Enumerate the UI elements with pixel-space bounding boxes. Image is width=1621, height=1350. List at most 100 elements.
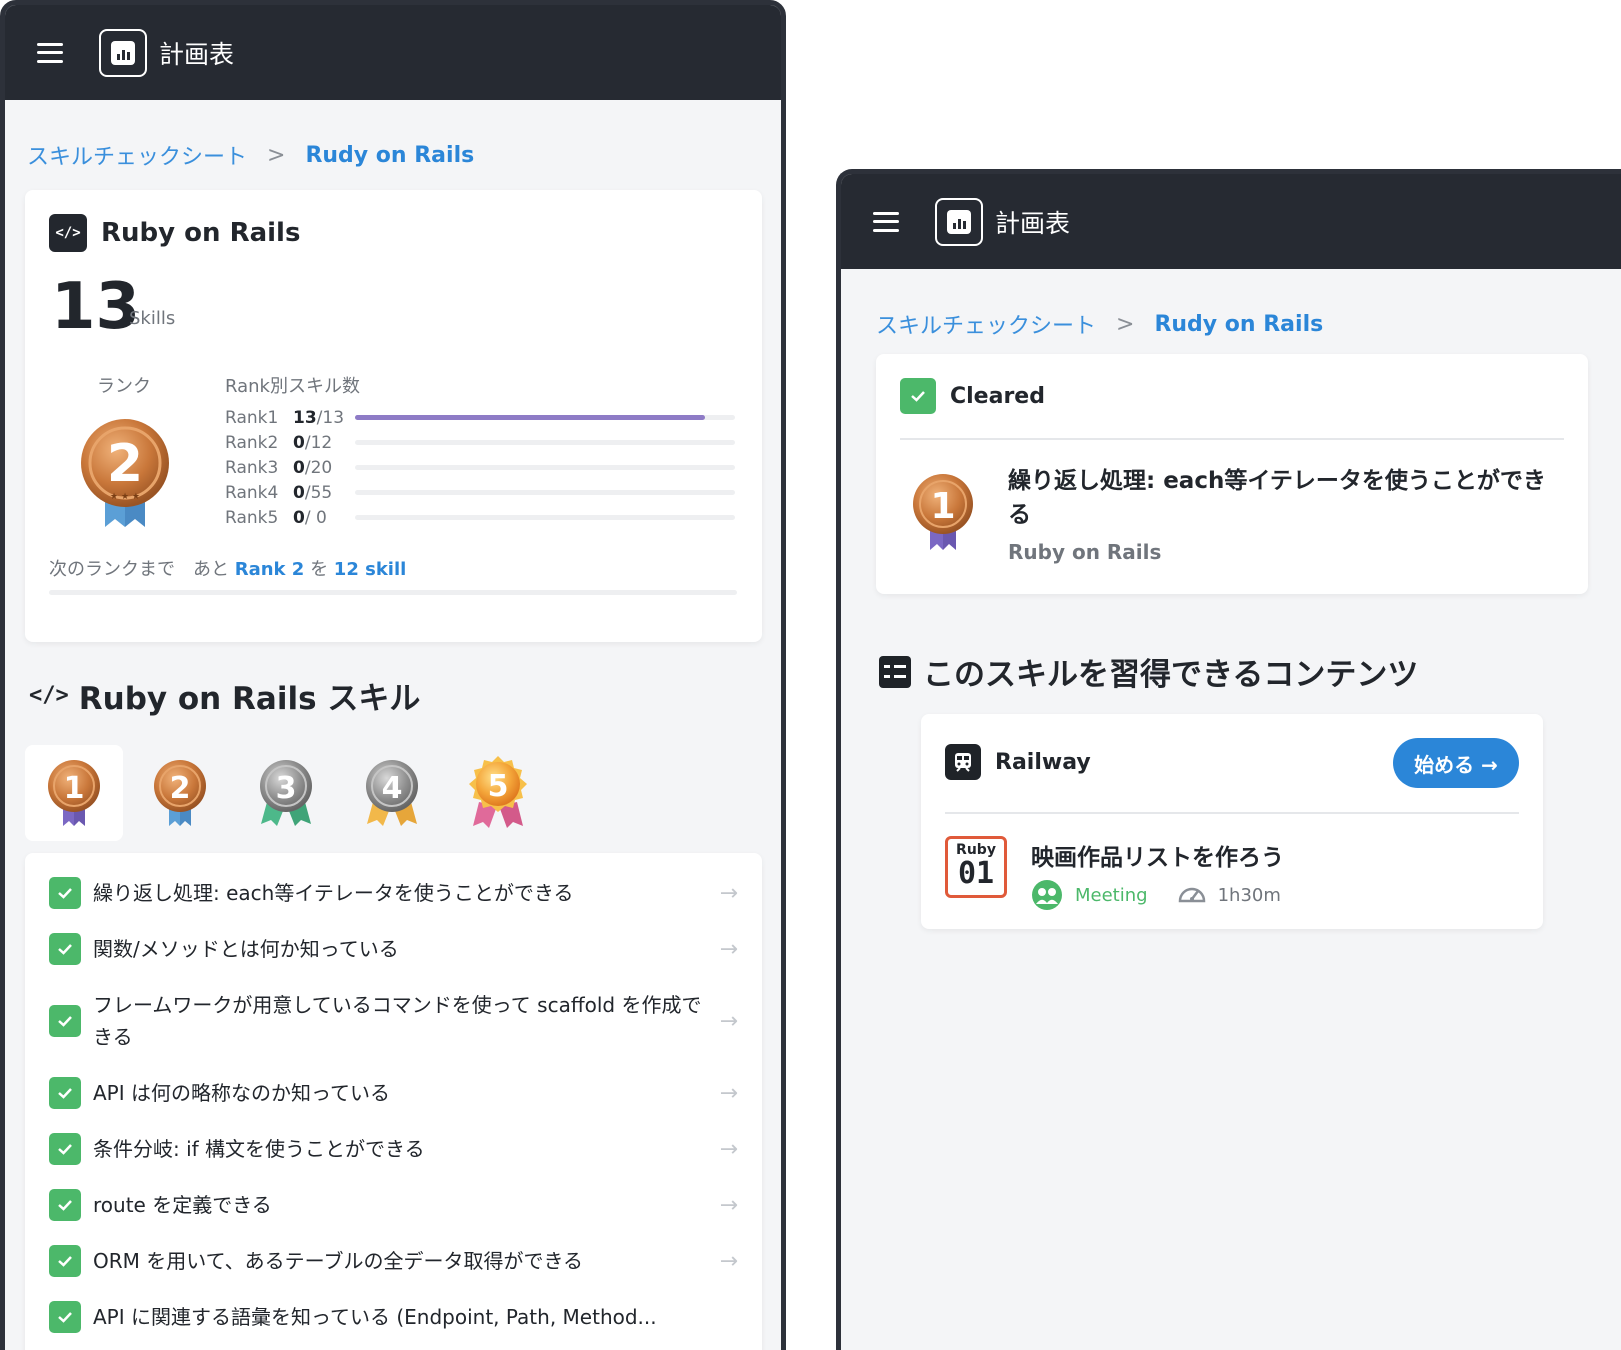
- breadcrumb-root-link[interactable]: スキルチェックシート: [876, 308, 1096, 340]
- summary-title-row: </> Ruby on Rails: [49, 214, 300, 252]
- rank-name: Rank4: [225, 482, 279, 503]
- cleared-header: Cleared: [900, 378, 1045, 414]
- skill-text: API に関連する語彙を知っている (Endpoint, Path, Metho…: [93, 1305, 657, 1329]
- tab-rank-5[interactable]: 5: [449, 745, 547, 841]
- svg-text:3: 3: [276, 771, 297, 806]
- skill-text: ORM を用いて、あるテーブルの全データ取得ができる: [93, 1249, 584, 1273]
- rank-count: 0/20: [293, 457, 333, 478]
- lesson-meta: Meeting 1h30m: [1031, 879, 1281, 911]
- breadcrumb: スキルチェックシート > Rudy on Rails: [841, 269, 1621, 349]
- list-item[interactable]: API に関連する語彙を知っている (Endpoint, Path, Metho…: [49, 1301, 738, 1333]
- app-title: 計画表: [995, 208, 1071, 238]
- breadcrumb-current[interactable]: Rudy on Rails: [305, 143, 474, 168]
- rank-progress-bar: [355, 440, 735, 445]
- next-rank-text: 次のランクまで あと Rank 2 を 12 skill: [49, 559, 407, 580]
- tab-rank-3[interactable]: 3: [237, 745, 335, 841]
- checklist-icon: [879, 655, 911, 688]
- bronze-medal-icon: 1: [48, 760, 100, 826]
- rank-count: 0/12: [293, 432, 333, 453]
- checkbox-checked-icon[interactable]: [49, 1077, 81, 1109]
- medal-rank-number: 2: [107, 434, 143, 494]
- next-rank-skills: 12 skill: [333, 559, 407, 580]
- rank-count: 0/ 0: [293, 507, 327, 528]
- tab-rank-4[interactable]: 4: [343, 745, 441, 841]
- skills-section-heading: </> Ruby on Rails スキル: [29, 681, 421, 717]
- arrow-right-icon: →: [719, 1136, 738, 1162]
- skill-text: API は何の略称なのか知っている: [93, 1081, 390, 1105]
- rank-2-medal-icon: 2 ★ ★ ★: [81, 419, 169, 527]
- checkbox-checked-icon[interactable]: [49, 933, 81, 965]
- checkbox-checked-icon[interactable]: [49, 1005, 81, 1037]
- breadcrumb-root-link[interactable]: スキルチェックシート: [27, 139, 247, 171]
- list-item[interactable]: 繰り返し処理: each等イテレータを使うことができる →: [49, 877, 738, 909]
- svg-text:1: 1: [64, 771, 85, 806]
- silver-medal-icon: 4: [366, 760, 418, 826]
- code-icon: </>: [49, 214, 87, 252]
- arrow-right-icon: →: [719, 1008, 738, 1034]
- rank-label: ランク: [97, 376, 151, 397]
- list-item[interactable]: 条件分岐: if 構文を使うことができる →: [49, 1133, 738, 1165]
- next-rank-name: Rank 2: [234, 559, 305, 580]
- svg-text:★ ★ ★: ★ ★ ★: [110, 492, 140, 502]
- svg-text:4: 4: [382, 771, 403, 806]
- breadcrumb-current[interactable]: Rudy on Rails: [1154, 312, 1323, 337]
- rank-progress-bar: [355, 465, 735, 470]
- menu-icon[interactable]: [873, 211, 899, 232]
- lesson-duration: 1h30m: [1217, 884, 1281, 906]
- meeting-type: Meeting: [1075, 884, 1148, 906]
- rank-name: Rank1: [225, 407, 279, 428]
- list-item[interactable]: ORM を用いて、あるテーブルの全データ取得ができる →: [49, 1245, 738, 1277]
- lesson-title[interactable]: 映画作品リストを作ろう: [1031, 838, 1284, 872]
- svg-text:1: 1: [930, 486, 955, 527]
- rank-name: Rank5: [225, 507, 279, 528]
- content-card[interactable]: Railway 始める → Ruby 01 映画作品リストを作ろう Meetin…: [921, 714, 1543, 929]
- provider-name: Railway: [995, 749, 1091, 775]
- cleared-skill-title: 繰り返し処理: each等イテレータを使うことができる: [1008, 468, 1546, 528]
- speedometer-icon: [1178, 887, 1205, 903]
- code-icon: </>: [29, 683, 69, 708]
- checkbox-checked-icon[interactable]: [49, 1245, 81, 1277]
- tab-rank-2[interactable]: 2: [131, 745, 229, 841]
- list-item[interactable]: フレームワークが用意しているコマンドを使って scaffold を作成できる →: [49, 989, 738, 1053]
- checkbox-checked-icon[interactable]: [49, 1189, 81, 1221]
- menu-icon[interactable]: [37, 42, 63, 63]
- divider: [945, 812, 1519, 814]
- checkbox-checked-icon[interactable]: [49, 877, 81, 909]
- skill-summary-card: </> Ruby on Rails 13 Skills ランク Rank別スキル…: [25, 190, 762, 642]
- rank-row: Rank2 0/12: [225, 430, 735, 455]
- tab-rank-1[interactable]: 1: [25, 745, 123, 841]
- list-item[interactable]: route を定義できる →: [49, 1189, 738, 1221]
- rank-breakdown: Rank1 13/13 Rank2 0/12 Rank3 0/20 Rank4 …: [225, 405, 735, 530]
- arrow-right-icon: →: [719, 880, 738, 906]
- breadcrumb-separator: >: [1116, 311, 1135, 337]
- skill-unit: Skills: [129, 308, 176, 329]
- app-logo-icon[interactable]: [935, 197, 983, 246]
- checkbox-checked-icon[interactable]: [49, 1301, 81, 1333]
- lesson-badge: Ruby 01: [945, 836, 1007, 898]
- cleared-label: Cleared: [950, 383, 1045, 409]
- rank-name: Rank3: [225, 457, 279, 478]
- skill-count: 13: [51, 270, 141, 344]
- arrow-right-icon: →: [719, 1080, 738, 1106]
- rank-count: 13/13: [293, 407, 345, 428]
- rank-progress-bar: [355, 515, 735, 520]
- arrow-right-icon: →: [719, 1192, 738, 1218]
- rank-row: Rank4 0/55: [225, 480, 735, 505]
- svg-text:2: 2: [170, 771, 191, 806]
- summary-title: Ruby on Rails: [101, 218, 301, 248]
- list-item[interactable]: API は何の略称なのか知っている →: [49, 1077, 738, 1109]
- checkbox-checked-icon[interactable]: [49, 1133, 81, 1165]
- list-item[interactable]: 関数/メソッドとは何か知っている →: [49, 933, 738, 965]
- rank-row: Rank1 13/13: [225, 405, 735, 430]
- gold-medal-icon: 5: [469, 756, 527, 828]
- rank-count-label: Rank別スキル数: [225, 376, 360, 397]
- start-button[interactable]: 始める →: [1393, 738, 1519, 788]
- cleared-skill-card[interactable]: Cleared 1 繰り返し処理: each等イテレータを使うことができる Ru…: [876, 354, 1588, 594]
- svg-text:5: 5: [488, 769, 509, 804]
- rank-row: Rank3 0/20: [225, 455, 735, 480]
- app-logo-icon[interactable]: [99, 28, 147, 77]
- train-icon: [945, 744, 981, 780]
- skill-text: 関数/メソッドとは何か知っている: [93, 937, 399, 961]
- rank-progress-bar: [355, 490, 735, 495]
- skill-text: 繰り返し処理: each等イテレータを使うことができる: [93, 881, 574, 905]
